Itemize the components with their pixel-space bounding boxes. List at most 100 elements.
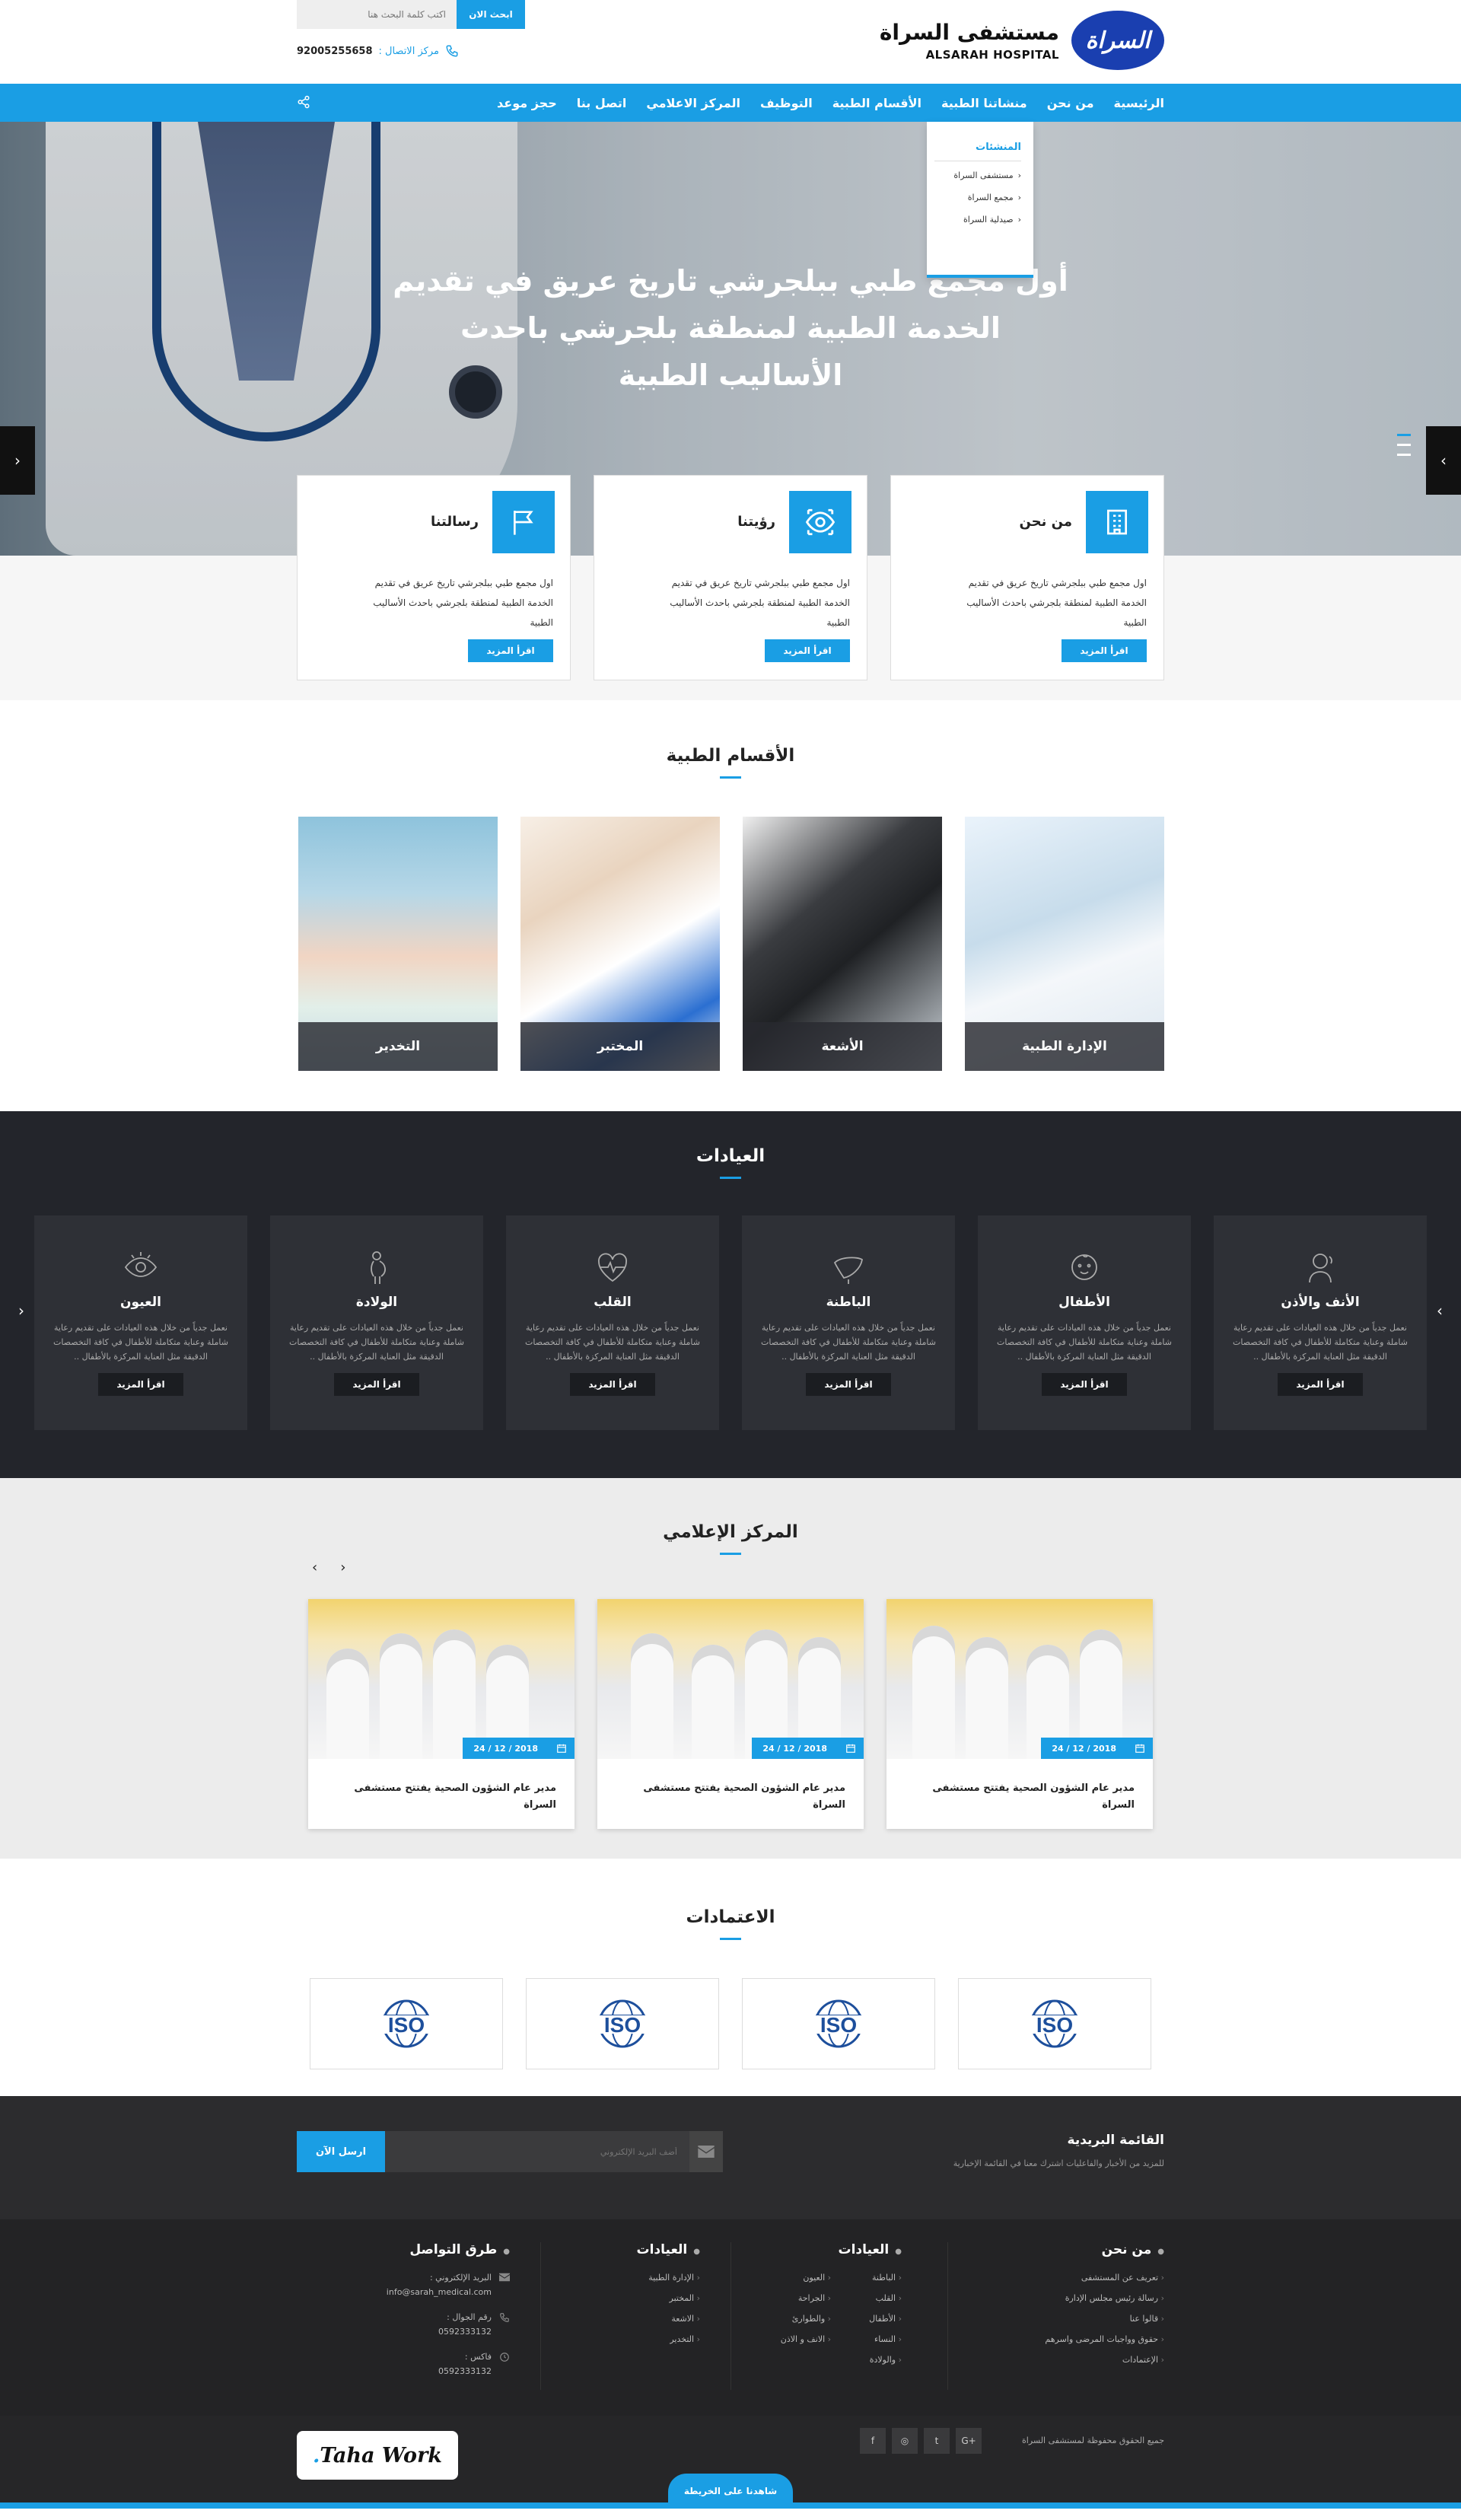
hero-next-arrow[interactable]: › — [1426, 426, 1461, 495]
department-card-radiology[interactable]: الأشعة — [743, 817, 942, 1071]
hero-dot[interactable] — [1397, 454, 1411, 456]
contact-value[interactable]: info@sarah_medical.com — [387, 2287, 492, 2297]
logo[interactable]: السراة مستشفى السراة ALSARAH HOSPITAL — [880, 11, 1164, 70]
nav-item-media[interactable]: المركز الاعلامي — [646, 96, 740, 110]
hero-prev-arrow[interactable]: ‹ — [0, 426, 35, 495]
accreditation-card[interactable]: ISO — [742, 1978, 935, 2069]
footer-link[interactable]: الانف و الاذن — [781, 2334, 831, 2344]
main-nav: الرئيسية من نحن منشاتنا الطبية الأقسام ا… — [0, 84, 1461, 278]
dropdown-item-label: مجمع السراة — [967, 193, 1014, 202]
news-title[interactable]: مدير عام الشؤون الصحية يفتتح مستشفى السر… — [308, 1759, 575, 1814]
hero-dot[interactable] — [1397, 444, 1411, 446]
read-more-button[interactable]: اقرأ المزيد — [765, 639, 850, 662]
nav-item-careers[interactable]: التوظيف — [760, 96, 813, 110]
footer-link[interactable]: الاشعة — [541, 2314, 700, 2324]
footer-heading: العيادات — [838, 2242, 890, 2257]
nav-item-departments[interactable]: الأقسام الطبية — [832, 96, 921, 110]
clinic-card-ent: الأنف والأذن نعمل جدياً من خلال هذه العي… — [1214, 1215, 1427, 1430]
news-card[interactable]: 2018 / 12 / 24 مدير عام الشؤون الصحية يف… — [597, 1599, 864, 1829]
chevron-icon: ‹ — [1017, 170, 1021, 180]
footer-link[interactable]: الإعتمادات — [948, 2355, 1164, 2365]
accreditation-card[interactable]: ISO — [958, 1978, 1151, 2069]
news-title[interactable]: مدير عام الشؤون الصحية يفتتح مستشفى السر… — [597, 1759, 864, 1814]
chevron-right-icon: › — [1437, 1301, 1443, 1320]
accreditation-card[interactable]: ISO — [526, 1978, 719, 2069]
call-center[interactable]: مركز الاتصال : 92005255658 — [297, 44, 459, 58]
instagram-icon[interactable]: ◎ — [892, 2428, 918, 2454]
footer-link[interactable]: قالوا عنا — [948, 2314, 1164, 2324]
nav-item-booking[interactable]: حجز موعد — [497, 96, 557, 110]
nav-item-about[interactable]: من نحن — [1047, 96, 1094, 110]
news-card[interactable]: 2018 / 12 / 24 مدير عام الشؤون الصحية يف… — [308, 1599, 575, 1829]
footer: ● من نحن تعريف عن المستشفى رسالة رئيس مجل… — [0, 2219, 1461, 2416]
top-header: السراة مستشفى السراة ALSARAH HOSPITAL اب… — [0, 0, 1461, 84]
subscribe-button[interactable]: ارسل الآن — [297, 2131, 385, 2172]
department-card-anesthesia[interactable]: التخدير — [298, 817, 498, 1071]
media-prev-arrow[interactable]: ‹ — [340, 1559, 345, 1575]
contact-value: 0592333132 — [438, 2366, 492, 2376]
nav-item-facilities[interactable]: منشاتنا الطبية — [941, 96, 1027, 110]
footer-contact: ● طرق التواصل البريد الإلكتروني : info@sar… — [312, 2242, 540, 2390]
nav-item-contact[interactable]: اتصل بنا — [577, 96, 627, 110]
dropdown-item-pharmacy[interactable]: ‹ صيدلية السراة — [934, 215, 1021, 225]
read-more-button[interactable]: اقرأ المزيد — [1278, 1373, 1363, 1396]
footer-link[interactable]: تعريف عن المستشفى — [948, 2273, 1164, 2283]
department-card-admin[interactable]: الإدارة الطبية — [965, 817, 1164, 1071]
department-card-lab[interactable]: المختبر — [520, 817, 720, 1071]
footer-link[interactable]: حقوق وواجبات المرضى واسرهم — [948, 2334, 1164, 2344]
read-more-button[interactable]: اقرأ المزيد — [570, 1373, 655, 1396]
footer-link[interactable]: الإدارة الطبية — [541, 2273, 700, 2283]
dropdown-item-complex[interactable]: ‹ مجمع السراة — [934, 193, 1021, 202]
news-title[interactable]: مدير عام الشؤون الصحية يفتتح مستشفى السر… — [886, 1759, 1153, 1814]
read-more-button[interactable]: اقرأ المزيد — [806, 1373, 891, 1396]
share-button[interactable] — [297, 95, 310, 109]
media-next-arrow[interactable]: › — [312, 1559, 317, 1575]
svg-text:ISO: ISO — [820, 2013, 857, 2037]
newsletter-title: القائمة البريدية — [1067, 2133, 1164, 2148]
footer-link[interactable]: الباطنة — [869, 2273, 902, 2283]
footer-link[interactable]: العيون — [781, 2273, 831, 2283]
read-more-button[interactable]: اقرأ المزيد — [334, 1373, 419, 1396]
email-input[interactable] — [385, 2131, 689, 2172]
contact-value[interactable]: 0592333132 — [438, 2327, 492, 2337]
svg-text:ISO: ISO — [604, 2013, 641, 2037]
footer-link[interactable]: رسالة رئيس مجلس الإدارة — [948, 2293, 1164, 2303]
facebook-icon[interactable]: f — [860, 2428, 886, 2454]
nav-item-home[interactable]: الرئيسية — [1114, 96, 1165, 110]
footer-link[interactable]: التخدير — [541, 2334, 700, 2344]
footer-link[interactable]: الجراحة — [781, 2293, 831, 2303]
news-image: 2018 / 12 / 24 — [308, 1599, 575, 1759]
clinic-text: نعمل جدياً من خلال هذه العيادات على تقدي… — [1233, 1323, 1408, 1362]
clinic-text: نعمل جدياً من خلال هذه العيادات على تقدي… — [289, 1323, 464, 1362]
read-more-button[interactable]: اقرأ المزيد — [1062, 639, 1147, 662]
svg-text:ISO: ISO — [1036, 2013, 1073, 2037]
hero-dot[interactable] — [1397, 434, 1411, 436]
bottom-accent-bar — [0, 2502, 1461, 2509]
credit-logo[interactable]: Taha Work. — [297, 2431, 458, 2480]
clinic-text: نعمل جدياً من خلال هذه العيادات على تقدي… — [525, 1323, 700, 1362]
footer-link[interactable]: والولادة — [869, 2355, 902, 2365]
clinic-card-cardiology: القلب نعمل جدياً من خلال هذه العيادات عل… — [506, 1215, 719, 1430]
twitter-icon[interactable]: t — [924, 2428, 950, 2454]
footer-link[interactable]: الأطفال — [869, 2314, 902, 2324]
read-more-button[interactable]: اقرأ المزيد — [98, 1373, 183, 1396]
read-more-button[interactable]: اقرأ المزيد — [468, 639, 553, 662]
accreditation-card[interactable]: ISO — [310, 1978, 503, 2069]
dropdown-item-hospital[interactable]: ‹ مستشفى السراة — [934, 170, 1021, 180]
search-button[interactable]: ابحث الان — [457, 0, 525, 29]
footer-link[interactable]: والطوارئ — [781, 2314, 831, 2324]
search-input[interactable] — [297, 0, 457, 29]
feature-text: اول مجمع طبي ببلجرشي تاريخ عريق في تقديم… — [373, 578, 553, 628]
footer-link[interactable]: النساء — [869, 2334, 902, 2344]
clinics-next-arrow[interactable]: › — [1437, 1301, 1443, 1320]
footer-link[interactable]: القلب — [869, 2293, 902, 2303]
news-card[interactable]: 2018 / 12 / 24 مدير عام الشؤون الصحية يف… — [886, 1599, 1153, 1829]
clinics-prev-arrow[interactable]: ‹ — [18, 1301, 24, 1320]
flag-icon — [492, 491, 555, 553]
read-more-button[interactable]: اقرأ المزيد — [1042, 1373, 1127, 1396]
bullet-icon: ● — [693, 2248, 700, 2256]
feature-text: اول مجمع طبي ببلجرشي تاريخ عريق في تقديم… — [966, 578, 1147, 628]
google-plus-icon[interactable]: G+ — [956, 2428, 982, 2454]
heart-icon — [598, 1253, 627, 1282]
footer-link[interactable]: المختبر — [541, 2293, 700, 2303]
